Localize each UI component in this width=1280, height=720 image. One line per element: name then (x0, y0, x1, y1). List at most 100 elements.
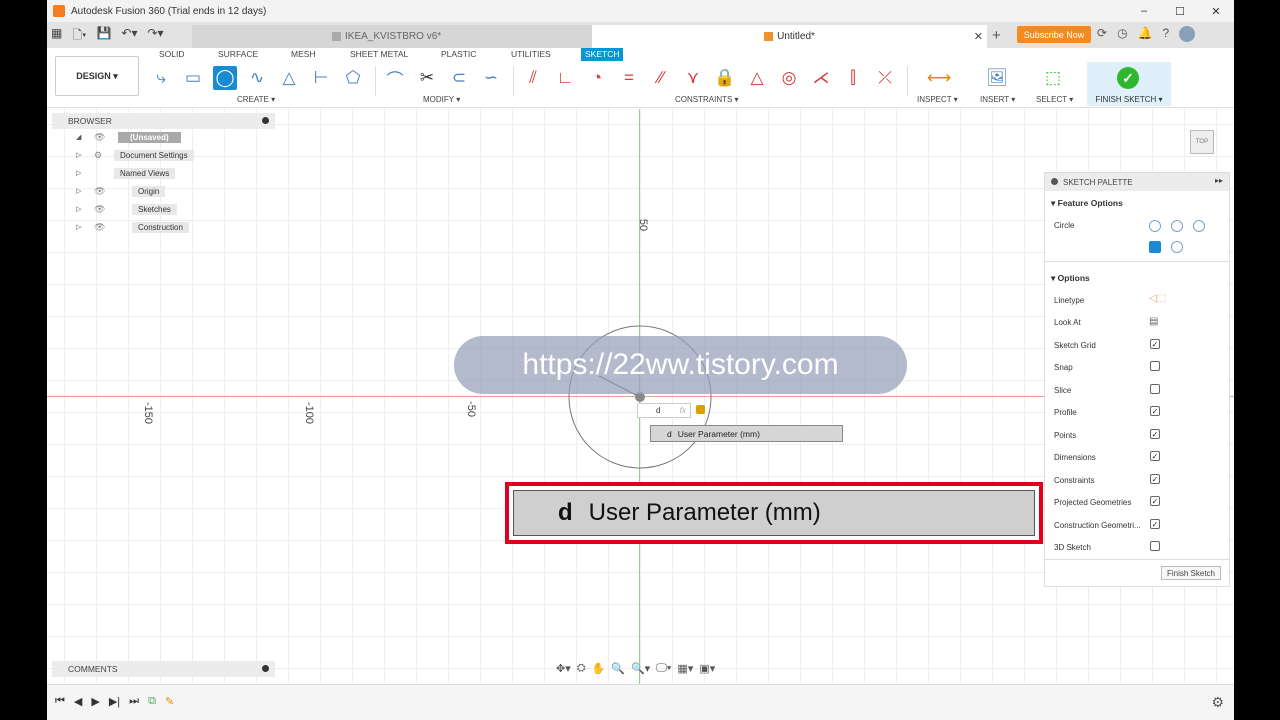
constraints-menu[interactable]: CONSTRAINTS ▾ (675, 95, 739, 104)
modify-menu[interactable]: MODIFY ▾ (423, 95, 460, 104)
close-tab-icon[interactable]: ✕ (974, 30, 983, 43)
help-icon[interactable]: ? (1163, 26, 1170, 42)
two-point-circle-icon[interactable] (1171, 220, 1183, 232)
expand-icon[interactable]: ▷ (76, 205, 81, 213)
maximize-icon[interactable]: ☐ (1162, 0, 1198, 22)
pin-icon[interactable] (262, 117, 269, 124)
expand-icon[interactable]: ▷ (76, 223, 81, 231)
go-to-start-icon[interactable]: ⏮ (55, 695, 65, 708)
lock-icon[interactable] (696, 405, 705, 414)
tab-mesh[interactable]: MESH (291, 49, 316, 59)
snap-checkbox[interactable] (1150, 361, 1160, 371)
feature-options-heading[interactable]: ▾ Feature Options (1051, 198, 1123, 209)
gear-icon[interactable]: ⚙ (1211, 694, 1224, 711)
equal-icon[interactable]: = (617, 66, 641, 90)
expand-icon[interactable]: ▷ (76, 151, 81, 159)
eye-icon[interactable]: 👁 (94, 222, 105, 233)
tab-ikea-kvistbro[interactable]: IKEA_KVISTBRO v6* (192, 25, 592, 48)
finish-sketch-group[interactable]: ✓ FINISH SKETCH ▾ (1087, 62, 1171, 106)
extensions-icon[interactable]: ⟳ (1097, 26, 1107, 42)
palette-header[interactable]: SKETCH PALETTE ▸▸ (1045, 173, 1229, 191)
tree-item-document-settings[interactable]: ▷ ⚙ Document Settings (52, 147, 275, 165)
select-menu[interactable]: SELECT ▾ (1036, 95, 1073, 104)
curve-tool-icon[interactable]: ∽ (479, 66, 503, 90)
midpoint-icon[interactable]: ⋌ (809, 66, 833, 90)
expand-icon[interactable]: ◢ (76, 133, 81, 141)
grid-menu-icon[interactable]: ▦ (51, 26, 62, 47)
fillet-tool-icon[interactable]: ⌒ (383, 66, 407, 90)
tree-item-named-views[interactable]: ▷ Named Views (52, 165, 275, 183)
workspace-switcher[interactable]: DESIGN ▾ (55, 56, 139, 96)
linetype-icon[interactable]: ◁⬚ (1149, 293, 1166, 304)
tab-sheet-metal[interactable]: SHEET METAL (350, 49, 408, 59)
coincident-icon[interactable]: ⫽ (521, 66, 545, 90)
slice-checkbox[interactable] (1150, 384, 1160, 394)
close-window-icon[interactable]: ✕ (1198, 0, 1234, 22)
spline-tool-icon[interactable]: ∿ (245, 66, 269, 90)
orbit-icon[interactable]: ✥▾ (556, 662, 571, 675)
tab-solid[interactable]: SOLID (159, 49, 185, 59)
triangle-constraint-icon[interactable]: △ (745, 66, 769, 90)
go-to-end-icon[interactable]: ⏭ (129, 695, 139, 708)
tree-item-sketches[interactable]: ▷ 👁 Sketches (52, 201, 275, 219)
tree-item-origin[interactable]: ▷ 👁 Origin (52, 183, 275, 201)
tab-untitled[interactable]: Untitled* ✕ (592, 25, 987, 48)
redo-icon[interactable]: ↷▾ (147, 26, 163, 47)
constraints-checkbox[interactable]: ✓ (1150, 474, 1160, 484)
trim-tool-icon[interactable]: ✂ (415, 66, 439, 90)
fit-icon[interactable]: 🔍▾ (631, 662, 650, 675)
timeline-feature-icon[interactable]: ⧉ (148, 695, 156, 708)
step-forward-icon[interactable]: ▶| (109, 695, 120, 708)
construction-geometries-checkbox[interactable]: ✓ (1150, 519, 1160, 529)
tab-surface[interactable]: SURFACE (218, 49, 258, 59)
offset-tool-icon[interactable]: ⊂ (447, 66, 471, 90)
polygon-tool-icon[interactable]: ⬠ (341, 66, 365, 90)
grid-settings-icon[interactable]: ▦▾ (677, 662, 693, 675)
circle-tool-icon[interactable]: ◯ (213, 66, 237, 90)
save-icon[interactable]: 💾 (96, 26, 111, 47)
rectangle-tool-icon[interactable]: ▭ (181, 66, 205, 90)
notifications-icon[interactable]: 🔔 (1138, 26, 1153, 42)
expand-icon[interactable]: ▸▸ (1215, 176, 1223, 185)
viewports-icon[interactable]: ▣▾ (699, 662, 715, 675)
triangle-tool-icon[interactable]: △ (277, 66, 301, 90)
play-icon[interactable]: ▶ (91, 695, 99, 708)
measure-icon[interactable]: ⟷ (927, 66, 951, 90)
eye-icon[interactable]: 👁 (94, 186, 105, 197)
concentric-icon[interactable]: ◎ (777, 66, 801, 90)
tree-item-construction[interactable]: ▷ 👁 Construction (52, 219, 275, 237)
finish-sketch-button[interactable]: Finish Sketch (1161, 566, 1221, 580)
avatar[interactable] (1179, 26, 1196, 42)
parallel-icon[interactable]: ∕∕ (649, 66, 673, 90)
expand-icon[interactable]: ▷ (76, 169, 81, 177)
tab-plastic[interactable]: PLASTIC (441, 49, 476, 59)
minimize-icon[interactable]: – (1126, 0, 1162, 22)
projected-geometries-checkbox[interactable]: ✓ (1150, 496, 1160, 506)
perpendicular-icon[interactable]: ∟ (553, 66, 577, 90)
dimensions-checkbox[interactable]: ✓ (1150, 451, 1160, 461)
diameter-dimension-icon[interactable] (1149, 241, 1161, 253)
look-at-icon[interactable]: ▤ (1149, 316, 1158, 327)
dimension-tool-icon[interactable]: ⊢ (309, 66, 333, 90)
pin-icon[interactable] (262, 665, 269, 672)
sketch-grid-checkbox[interactable]: ✓ (1150, 339, 1160, 349)
tab-utilities[interactable]: UTILITIES (511, 49, 551, 59)
insert-menu[interactable]: INSERT ▾ (980, 95, 1015, 104)
tab-sketch[interactable]: SKETCH (581, 48, 624, 61)
symmetry-icon[interactable]: ⫿ (841, 66, 865, 90)
view-cube[interactable]: TOP (1190, 130, 1214, 154)
tangent-icon[interactable]: ◔ (585, 66, 609, 90)
inspect-menu[interactable]: INSPECT ▾ (917, 95, 958, 104)
create-menu[interactable]: CREATE ▾ (237, 95, 275, 104)
center-circle-icon[interactable] (1149, 220, 1161, 232)
profile-checkbox[interactable]: ✓ (1150, 406, 1160, 416)
pan-icon[interactable]: ✋ (592, 662, 606, 675)
points-checkbox[interactable]: ✓ (1150, 429, 1160, 439)
eye-icon[interactable]: 👁 (94, 132, 105, 143)
fix-lock-icon[interactable]: 🔒 (713, 66, 737, 90)
select-box-icon[interactable]: ⬚ (1041, 66, 1065, 90)
expand-icon[interactable]: ▷ (76, 187, 81, 195)
step-back-icon[interactable]: ◀ (74, 695, 82, 708)
fx-icon[interactable]: fx (680, 406, 686, 415)
zoom-icon[interactable]: 🔍 (611, 662, 625, 675)
